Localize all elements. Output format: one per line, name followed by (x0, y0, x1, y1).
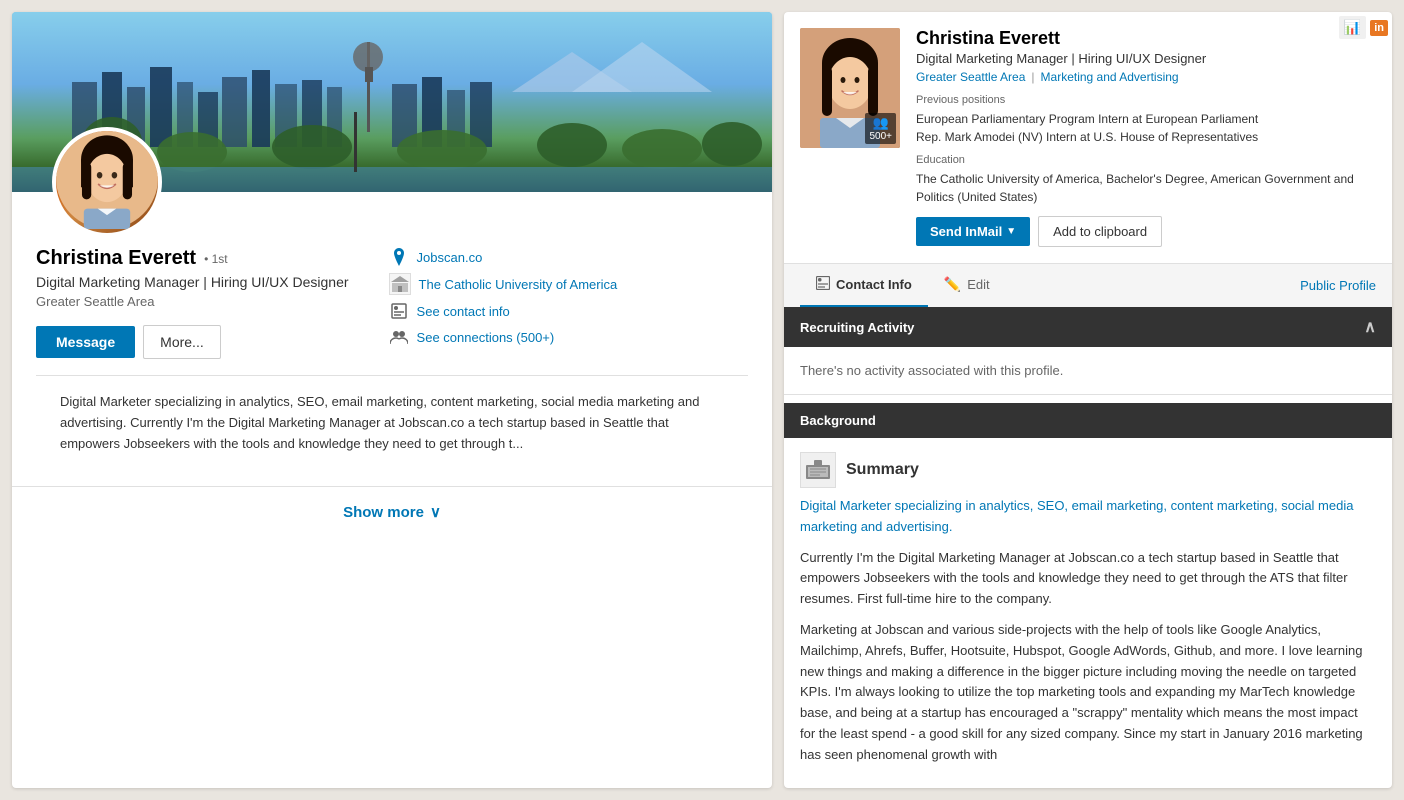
right-profile-info: 📊 in Christina Everett Digital Marketing… (916, 28, 1376, 247)
contact-info-link[interactable]: See contact info (389, 301, 618, 321)
jobscan-link-text: Jobscan.co (417, 250, 483, 265)
summary-highlight-text: Digital Marketer specializing in analyti… (800, 498, 1353, 534)
background-section: Background Summary Digita (784, 403, 1392, 788)
connections-count-badge: 👥 500+ (865, 113, 896, 144)
jobscan-link[interactable]: Jobscan.co (389, 247, 618, 267)
recruiting-activity-title: Recruiting Activity (800, 320, 914, 335)
school-link[interactable]: The Catholic University of America (389, 273, 618, 295)
linkedin-icon: in (1370, 20, 1388, 36)
right-location[interactable]: Greater Seattle Area (916, 70, 1025, 84)
previous-positions: European Parliamentary Program Intern at… (916, 110, 1376, 146)
right-panel: 👥 500+ 📊 in Christina Everett Digital Ma… (784, 12, 1392, 788)
profile-links: Jobscan.co The Catholic University of Am… (389, 247, 618, 347)
profile-summary: Digital Marketer specializing in analyti… (36, 392, 748, 454)
position-2: Rep. Mark Amodei (NV) Intern at U.S. Hou… (916, 128, 1376, 146)
profile-name-title-block: Christina Everett • 1st Digital Marketin… (36, 247, 349, 359)
section-divider (36, 375, 748, 376)
right-profile-name: Christina Everett (916, 28, 1376, 49)
right-location-row: Greater Seattle Area | Marketing and Adv… (916, 70, 1376, 84)
summary-title: Summary (846, 461, 919, 479)
send-inmail-button[interactable]: Send InMail ▼ (916, 217, 1030, 246)
right-profile-card: 👥 500+ 📊 in Christina Everett Digital Ma… (784, 12, 1392, 788)
contact-icon (389, 301, 409, 321)
profile-name: Christina Everett (36, 247, 196, 270)
profile-avatar (52, 127, 162, 237)
profile-title: Digital Marketing Manager | Hiring UI/UX… (36, 274, 349, 290)
show-more-button[interactable]: Show more ∨ (343, 503, 441, 521)
drop-icon (389, 247, 409, 267)
school-icon (389, 273, 411, 295)
linkedin-badges: 📊 in (1339, 16, 1388, 39)
summary-para-3: Marketing at Jobscan and various side-pr… (800, 620, 1376, 766)
left-profile-panel: Christina Everett • 1st Digital Marketin… (12, 12, 772, 788)
collapse-recruiting-icon[interactable]: ∧ (1364, 317, 1376, 337)
cover-photo-container (12, 12, 772, 192)
recruiting-activity-header: Recruiting Activity ∧ (784, 307, 1392, 347)
connection-badge: • 1st (204, 252, 228, 266)
send-inmail-label: Send InMail (930, 224, 1002, 239)
action-buttons: Message More... (36, 325, 349, 359)
right-profile-header: 👥 500+ 📊 in Christina Everett Digital Ma… (784, 12, 1392, 263)
position-1: European Parliamentary Program Intern at… (916, 110, 1376, 128)
show-more-row: Show more ∨ (12, 486, 772, 537)
previous-positions-label: Previous positions (916, 94, 1376, 106)
edit-tab-icon: ✏️ (944, 276, 961, 293)
connections-link[interactable]: See connections (500+) (389, 327, 618, 347)
edit-tab-label: Edit (967, 277, 989, 292)
add-to-clipboard-button[interactable]: Add to clipboard (1038, 216, 1162, 247)
contact-link-text: See contact info (417, 304, 510, 319)
education-label: Education (916, 154, 1376, 166)
more-button[interactable]: More... (143, 325, 221, 359)
background-header: Background (784, 403, 1392, 438)
background-title: Background (800, 413, 876, 428)
contact-info-tab-label: Contact Info (836, 277, 912, 292)
no-activity-message: There's no activity associated with this… (784, 347, 1392, 395)
profile-tabs-row: Contact Info ✏️ Edit Public Profile (784, 263, 1392, 307)
inmail-dropdown-arrow[interactable]: ▼ (1006, 226, 1016, 237)
summary-header: Summary (784, 438, 1392, 496)
education-text: The Catholic University of America, Bach… (916, 170, 1376, 206)
connections-icon (389, 327, 409, 347)
location-divider: | (1031, 70, 1034, 84)
profile-actions-row: Christina Everett • 1st Digital Marketin… (36, 247, 748, 359)
connections-link-text: See connections (500+) (417, 330, 555, 345)
right-industry[interactable]: Marketing and Advertising (1041, 70, 1179, 84)
profile-chart-icon: 📊 (1339, 16, 1366, 39)
show-more-label: Show more (343, 504, 424, 521)
summary-body: Digital Marketer specializing in analyti… (784, 496, 1392, 788)
message-button[interactable]: Message (36, 326, 135, 358)
right-profile-avatar: 👥 500+ (800, 28, 900, 148)
tab-edit[interactable]: ✏️ Edit (928, 264, 1006, 307)
contact-tab-icon (816, 276, 830, 293)
summary-para-1: Digital Marketer specializing in analyti… (800, 496, 1376, 538)
connections-icon-small: 👥 (873, 115, 889, 131)
profile-info-section: Christina Everett • 1st Digital Marketin… (12, 192, 772, 486)
connections-count: 500+ (869, 131, 892, 142)
right-action-buttons: Send InMail ▼ Add to clipboard (916, 216, 1376, 247)
summary-para-2: Currently I'm the Digital Marketing Mana… (800, 548, 1376, 610)
school-link-text: The Catholic University of America (419, 277, 618, 292)
public-profile-link[interactable]: Public Profile (1300, 278, 1376, 293)
chevron-down-icon: ∨ (430, 503, 441, 521)
profile-location: Greater Seattle Area (36, 294, 349, 309)
summary-icon (800, 452, 836, 488)
tab-contact-info[interactable]: Contact Info (800, 264, 928, 307)
right-profile-title: Digital Marketing Manager | Hiring UI/UX… (916, 51, 1376, 66)
